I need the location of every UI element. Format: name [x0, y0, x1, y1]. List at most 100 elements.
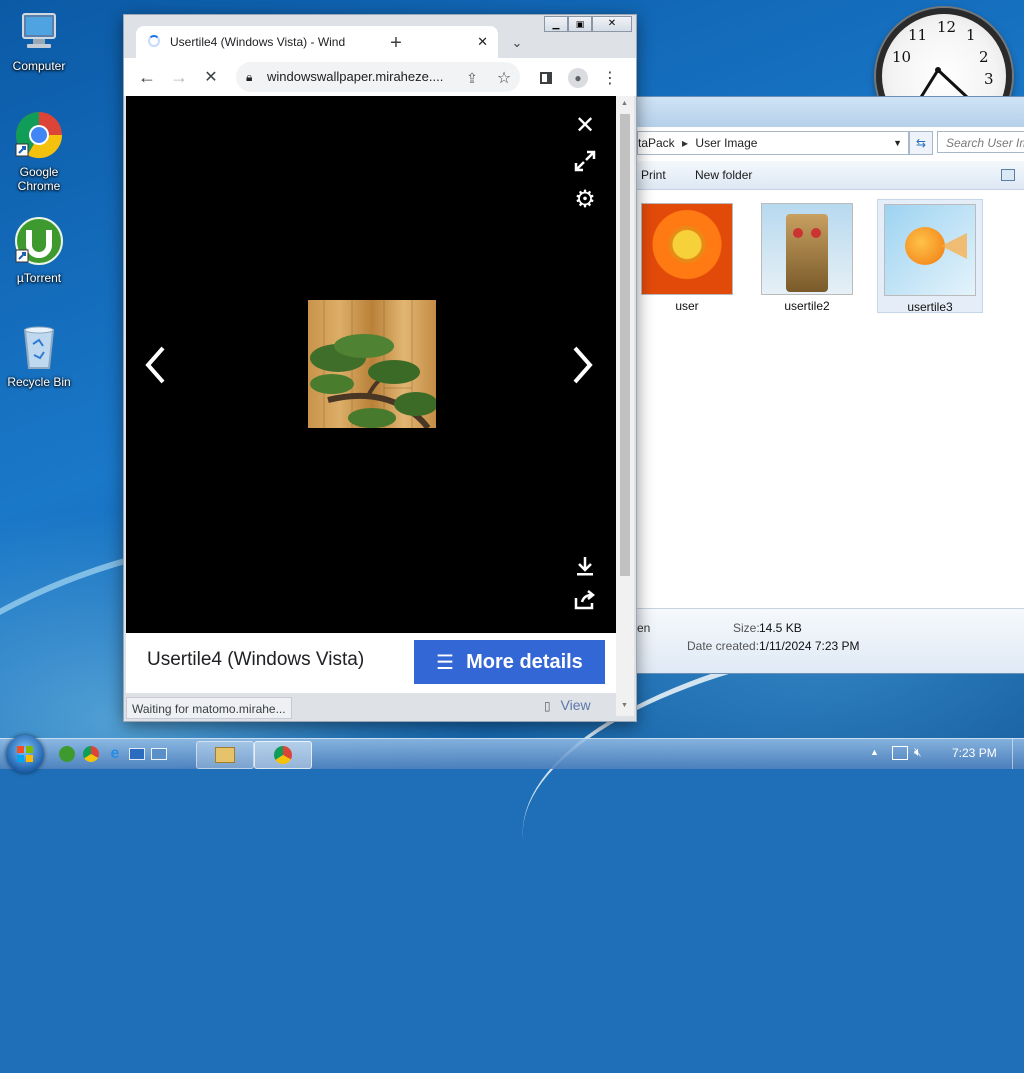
folder-icon: [215, 747, 235, 763]
image-viewer: ✕ ⚙: [126, 96, 616, 633]
desktop-icon-computer[interactable]: Computer: [1, 10, 77, 73]
date-created-label: Date created:: [687, 639, 760, 653]
breadcrumb-segment[interactable]: User Image: [695, 136, 757, 150]
stop-loading-button[interactable]: ✕: [198, 64, 224, 90]
side-panel-icon[interactable]: [534, 66, 558, 90]
menu-kebab-icon[interactable]: ⋮: [598, 66, 622, 90]
tab-title: Usertile4 (Windows Vista) - Wind: [170, 35, 346, 49]
scroll-down-icon[interactable]: ▼: [621, 702, 628, 709]
volume-muted-icon[interactable]: 🔇︎: [914, 745, 922, 760]
chrome-window[interactable]: ▁ ▣ ✕ Usertile4 (Windows Vista) - Wind ✕…: [123, 14, 637, 722]
explorer-address-bar[interactable]: taPack ▸ User Image ▼: [637, 131, 909, 155]
new-folder-button[interactable]: New folder: [695, 161, 752, 189]
chrome-icon: [274, 746, 292, 764]
breadcrumb-arrow-icon: ▸: [682, 136, 689, 150]
chevron-down-icon[interactable]: ▼: [893, 132, 902, 154]
desktop-icon-recycle-bin[interactable]: Recycle Bin: [1, 322, 77, 389]
file-label: usertile2: [784, 299, 830, 313]
status-bar: Waiting for matomo.mirahe...: [126, 697, 292, 719]
download-icon[interactable]: [570, 552, 600, 580]
lock-icon: 🔒︎: [246, 70, 253, 84]
view-link[interactable]: ▯ View: [544, 697, 591, 713]
new-tab-button[interactable]: +: [382, 31, 410, 55]
desktop-icon-chrome[interactable]: Google Chrome: [1, 110, 77, 193]
previous-image-icon[interactable]: [140, 340, 170, 390]
tray-expand-icon[interactable]: ▲: [870, 747, 879, 757]
quicklaunch-window-icon[interactable]: [150, 741, 168, 767]
utorrent-icon: [1, 216, 77, 269]
url-text: windowswallpaper.miraheze....: [267, 69, 444, 84]
file-item-usertile2[interactable]: usertile2: [755, 199, 859, 313]
window-controls: ▁ ▣ ✕: [544, 16, 632, 32]
thumbnail-image: [641, 203, 733, 295]
scrollbar-thumb[interactable]: [620, 114, 630, 576]
thumbnail-image: [761, 203, 853, 295]
file-label: usertile3: [907, 300, 953, 314]
back-button[interactable]: ←: [134, 64, 160, 90]
explorer-window[interactable]: taPack ▸ User Image ▼ ⇆ Search User Im P…: [636, 96, 1024, 674]
taskbar-clock[interactable]: 7:23 PM: [952, 746, 997, 760]
document-icon: ☰: [436, 651, 455, 674]
desktop-icon-utorrent[interactable]: µTorrent: [1, 216, 77, 285]
image-caption: Usertile4 (Windows Vista): [147, 649, 365, 670]
refresh-icon[interactable]: ⇆: [909, 131, 933, 155]
loading-spinner-icon: [148, 35, 160, 47]
close-tab-icon[interactable]: ✕: [477, 26, 488, 58]
taskbar: e ▲ 🔇︎ 7:23 PM: [0, 735, 1024, 773]
more-details-label: More details: [466, 650, 583, 673]
desktop-icon-label: Google Chrome: [17, 165, 61, 193]
size-label: Size:: [733, 621, 760, 635]
print-button[interactable]: Print: [641, 161, 666, 189]
settings-gear-icon[interactable]: ⚙: [570, 184, 600, 214]
quicklaunch-ie-icon[interactable]: e: [106, 741, 124, 767]
network-icon[interactable]: [892, 746, 908, 760]
file-item-user[interactable]: user: [635, 199, 739, 313]
browser-tab[interactable]: Usertile4 (Windows Vista) - Wind ✕: [136, 26, 498, 58]
explorer-toolbar: Print New folder: [637, 161, 1024, 190]
tab-search-icon[interactable]: ⌄: [506, 31, 528, 55]
file-label: user: [675, 299, 699, 313]
share-icon[interactable]: ⇪: [460, 66, 484, 90]
breadcrumb-segment[interactable]: taPack: [638, 136, 675, 150]
thumbnail-image: [884, 204, 976, 296]
computer-icon: [1, 10, 77, 57]
maximize-button[interactable]: ▣: [568, 16, 592, 32]
navigation-bar: ← → ✕ 🔒︎ windowswallpaper.miraheze.... ⇪…: [124, 58, 636, 96]
desktop-icon-label: Computer: [12, 59, 66, 73]
more-details-button[interactable]: ☰ More details: [414, 640, 605, 684]
next-image-icon[interactable]: [568, 340, 598, 390]
close-window-button[interactable]: ✕: [592, 16, 632, 32]
explorer-titlebar[interactable]: [637, 97, 1024, 127]
size-value: 14.5 KB: [759, 621, 802, 635]
taskbar-chrome-button[interactable]: [254, 741, 312, 769]
windows-logo-icon: [17, 746, 33, 762]
fullscreen-icon[interactable]: [570, 146, 600, 176]
page-scrollbar[interactable]: ▲ ▼: [616, 96, 634, 716]
image-info-bar: Usertile4 (Windows Vista) ☰ More details: [126, 633, 616, 693]
recycle-bin-icon: [1, 322, 77, 373]
view-options-icon[interactable]: [1001, 169, 1015, 181]
start-button[interactable]: [6, 735, 44, 773]
desktop-icon-label: Recycle Bin: [7, 375, 71, 389]
bookmark-star-icon[interactable]: ☆: [492, 66, 516, 90]
details-fragment: en: [637, 621, 651, 635]
quicklaunch-utorrent-icon[interactable]: [58, 741, 76, 767]
file-item-usertile3[interactable]: usertile3: [877, 199, 983, 314]
quicklaunch-desktop-icon[interactable]: [128, 741, 146, 767]
show-desktop-button[interactable]: [1012, 739, 1024, 769]
close-viewer-icon[interactable]: ✕: [570, 110, 600, 140]
taskbar-explorer-button[interactable]: [196, 741, 254, 769]
quicklaunch-chrome-icon[interactable]: [82, 741, 100, 767]
scroll-up-icon[interactable]: ▲: [621, 100, 628, 107]
profile-avatar-icon[interactable]: ●: [566, 66, 590, 90]
date-created-value: 1/11/2024 7:23 PM: [759, 639, 860, 653]
view-label: View: [560, 697, 591, 713]
search-input[interactable]: Search User Im: [937, 131, 1024, 153]
forward-button[interactable]: →: [166, 64, 192, 90]
details-pane: en Size: 14.5 KB Date created: 1/11/2024…: [637, 608, 1024, 673]
desktop-icon-label: µTorrent: [16, 271, 62, 285]
minimize-button[interactable]: ▁: [544, 16, 568, 32]
share-image-icon[interactable]: [570, 586, 600, 614]
bookmark-icon: ▯: [544, 699, 551, 713]
bonsai-image[interactable]: [308, 300, 436, 428]
